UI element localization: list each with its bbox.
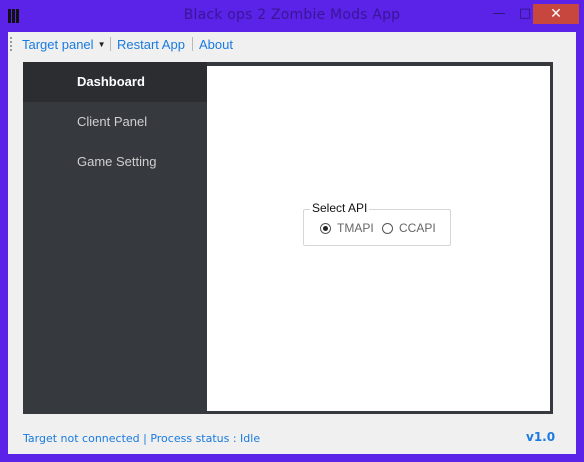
sidebar: Dashboard Client Panel Game Setting [23, 62, 207, 414]
menu-restart-app[interactable]: Restart App [117, 37, 185, 52]
app-window: Black ops 2 Zombie Mods App — □ ✕ Target… [0, 0, 584, 462]
select-api-group: Select API TMAPI CCAPI [303, 201, 451, 246]
status-text: Target not connected | Process status : … [23, 432, 261, 445]
menu-target-panel[interactable]: Target panel ▼ [22, 37, 105, 52]
radio-ccapi[interactable]: CCAPI [382, 221, 436, 235]
select-api-label: Select API [310, 201, 370, 215]
dashboard-content: Select API TMAPI CCAPI [207, 66, 550, 411]
menu-about[interactable]: About [199, 37, 233, 52]
menu-separator [192, 37, 193, 51]
radio-tmapi[interactable]: TMAPI [320, 221, 374, 235]
main-panel-frame: Dashboard Client Panel Game Setting Sele… [23, 62, 553, 414]
minimize-button[interactable]: — [486, 4, 512, 24]
radio-unchecked-icon[interactable] [382, 222, 393, 234]
client-area: Target panel ▼ Restart App About Dashboar… [8, 32, 576, 454]
title-bar[interactable]: Black ops 2 Zombie Mods App — □ ✕ [0, 0, 584, 32]
menu-separator [110, 37, 111, 51]
chevron-down-icon: ▼ [97, 40, 106, 49]
radio-ccapi-label: CCAPI [399, 221, 436, 235]
version-label: v1.0 [526, 430, 556, 444]
menu-target-panel-label: Target panel [22, 37, 94, 52]
sidebar-item-dashboard[interactable]: Dashboard [23, 62, 207, 102]
radio-tmapi-label: TMAPI [337, 221, 374, 235]
sidebar-item-game-setting[interactable]: Game Setting [23, 142, 207, 182]
radio-checked-icon[interactable] [320, 222, 331, 234]
sidebar-item-client-panel[interactable]: Client Panel [23, 102, 207, 142]
close-button[interactable]: ✕ [533, 4, 579, 24]
toolbar-grip-handle[interactable] [10, 37, 14, 51]
menu-bar: Target panel ▼ Restart App About [8, 32, 576, 56]
